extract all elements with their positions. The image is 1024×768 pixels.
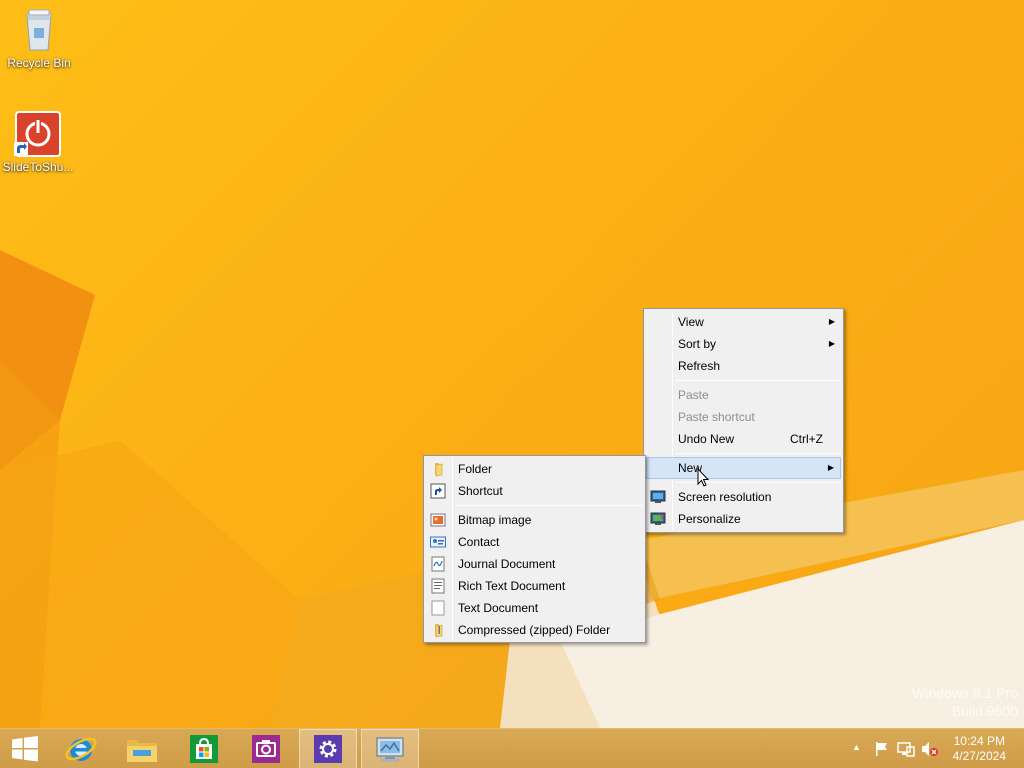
menu-item-sort-by[interactable]: Sort by ▶ bbox=[646, 333, 841, 355]
new-bitmap-item[interactable]: Bitmap image bbox=[426, 509, 643, 531]
taskbar: ▲ 10:24 PM 4/27/2024 bbox=[0, 728, 1024, 768]
windows-watermark: Windows 8.1 Pro Build 9600 bbox=[912, 685, 1018, 719]
new-folder-item[interactable]: Folder bbox=[426, 458, 643, 480]
clock-date: 4/27/2024 bbox=[952, 749, 1006, 763]
new-contact-item[interactable]: Contact bbox=[426, 531, 643, 553]
submenu-arrow-icon: ▶ bbox=[828, 317, 835, 326]
new-shortcut-item[interactable]: Shortcut bbox=[426, 480, 643, 502]
watermark-build: Build 9600 bbox=[951, 703, 1018, 719]
slide-to-shutdown-shortcut[interactable]: SlideToShu... bbox=[0, 110, 76, 174]
new-zip-folder-item[interactable]: Compressed (zipped) Folder bbox=[426, 619, 643, 641]
menu-item-paste[interactable]: Paste bbox=[646, 384, 841, 406]
camera-icon bbox=[252, 735, 280, 763]
network-icon[interactable] bbox=[897, 741, 915, 757]
slide-to-shutdown-label: SlideToShu... bbox=[2, 160, 74, 174]
shortcut-icon bbox=[430, 483, 446, 499]
file-explorer-button[interactable] bbox=[113, 729, 171, 768]
new-rich-text-item[interactable]: Rich Text Document bbox=[426, 575, 643, 597]
clock-time: 10:24 PM bbox=[953, 734, 1005, 748]
menu-item-screen-resolution[interactable]: Screen resolution bbox=[646, 486, 841, 508]
menu-item-undo-new[interactable]: Undo New Ctrl+Z bbox=[646, 428, 841, 450]
new-submenu: Folder Shortcut Bitmap image Contact Jou… bbox=[423, 455, 646, 643]
file-explorer-icon bbox=[127, 740, 157, 762]
bitmap-icon bbox=[430, 512, 446, 528]
menu-item-paste-shortcut[interactable]: Paste shortcut bbox=[646, 406, 841, 428]
internet-explorer-button[interactable] bbox=[52, 729, 110, 768]
store-button[interactable] bbox=[175, 729, 233, 768]
rich-text-icon bbox=[430, 578, 446, 594]
windows-logo-icon bbox=[12, 736, 38, 762]
store-icon bbox=[190, 735, 218, 763]
menu-separator bbox=[456, 505, 643, 506]
recycle-bin-label: Recycle Bin bbox=[7, 56, 71, 70]
recycle-bin-icon bbox=[15, 6, 63, 54]
folder-icon bbox=[430, 461, 446, 477]
submenu-arrow-icon: ▶ bbox=[827, 463, 834, 472]
start-button[interactable] bbox=[0, 729, 50, 768]
watermark-edition: Windows 8.1 Pro bbox=[912, 685, 1018, 701]
action-center-flag-icon[interactable] bbox=[874, 741, 890, 757]
control-panel-button[interactable] bbox=[361, 729, 419, 768]
slide-to-shutdown-icon bbox=[14, 110, 62, 158]
menu-item-refresh[interactable]: Refresh bbox=[646, 355, 841, 377]
menu-separator bbox=[676, 380, 841, 381]
new-journal-item[interactable]: Journal Document bbox=[426, 553, 643, 575]
journal-icon bbox=[430, 556, 446, 572]
system-tray: ▲ bbox=[848, 729, 948, 768]
taskbar-clock[interactable]: 10:24 PM 4/27/2024 bbox=[953, 734, 1006, 764]
show-hidden-icons-chevron-icon[interactable]: ▲ bbox=[852, 742, 861, 752]
menu-item-new[interactable]: New ▶ bbox=[646, 457, 841, 479]
screen-resolution-icon bbox=[650, 489, 666, 505]
menu-item-personalize[interactable]: Personalize bbox=[646, 508, 841, 530]
zip-folder-icon bbox=[430, 622, 446, 638]
internet-explorer-icon bbox=[65, 737, 97, 761]
menu-item-view[interactable]: View ▶ bbox=[646, 311, 841, 333]
new-text-document-item[interactable]: Text Document bbox=[426, 597, 643, 619]
recycle-bin-shortcut[interactable]: Recycle Bin bbox=[1, 6, 77, 70]
mouse-cursor-icon bbox=[697, 468, 710, 487]
control-panel-icon bbox=[376, 737, 404, 762]
shortcut-key-label: Ctrl+Z bbox=[790, 432, 823, 446]
gear-icon bbox=[314, 735, 342, 763]
camera-button[interactable] bbox=[237, 729, 295, 768]
personalize-icon bbox=[650, 511, 666, 527]
text-document-icon bbox=[430, 600, 446, 616]
submenu-arrow-icon: ▶ bbox=[828, 339, 835, 348]
settings-button[interactable] bbox=[299, 729, 357, 768]
volume-muted-icon[interactable] bbox=[921, 741, 939, 757]
menu-separator bbox=[676, 453, 841, 454]
desktop-context-menu: View ▶ Sort by ▶ Refresh Paste Paste sho… bbox=[643, 308, 844, 533]
contact-icon bbox=[430, 534, 446, 550]
